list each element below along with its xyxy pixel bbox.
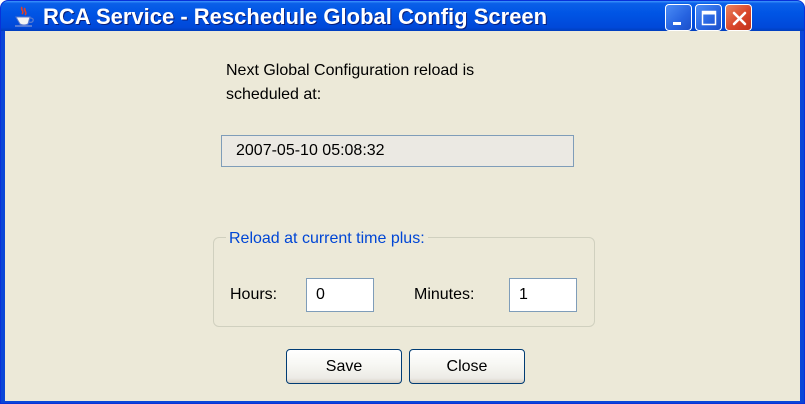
next-reload-field: 2007-05-10 05:08:32 <box>221 135 574 167</box>
close-button[interactable]: Close <box>409 349 525 384</box>
reload-message-line2: scheduled at: <box>226 86 322 103</box>
minimize-button[interactable] <box>665 4 692 31</box>
close-window-button[interactable] <box>725 4 752 31</box>
group-legend: Reload at current time plus: <box>226 229 428 249</box>
save-button[interactable]: Save <box>286 349 402 384</box>
hours-label: Hours: <box>230 286 278 303</box>
close-icon <box>732 11 747 26</box>
title-bar[interactable]: RCA Service - Reschedule Global Config S… <box>1 1 804 31</box>
next-reload-value: 2007-05-10 05:08:32 <box>236 142 385 159</box>
java-cup-icon <box>13 6 35 28</box>
maximize-button[interactable] <box>695 4 722 31</box>
dialog-body <box>5 31 800 401</box>
window-title: RCA Service - Reschedule Global Config S… <box>43 4 548 29</box>
hours-input[interactable] <box>306 278 374 312</box>
maximize-icon <box>701 10 717 26</box>
minutes-label: Minutes: <box>414 286 475 303</box>
minimize-icon <box>673 22 681 25</box>
reload-message-line1: Next Global Configuration reload is <box>226 62 475 79</box>
minutes-input[interactable] <box>509 278 577 312</box>
